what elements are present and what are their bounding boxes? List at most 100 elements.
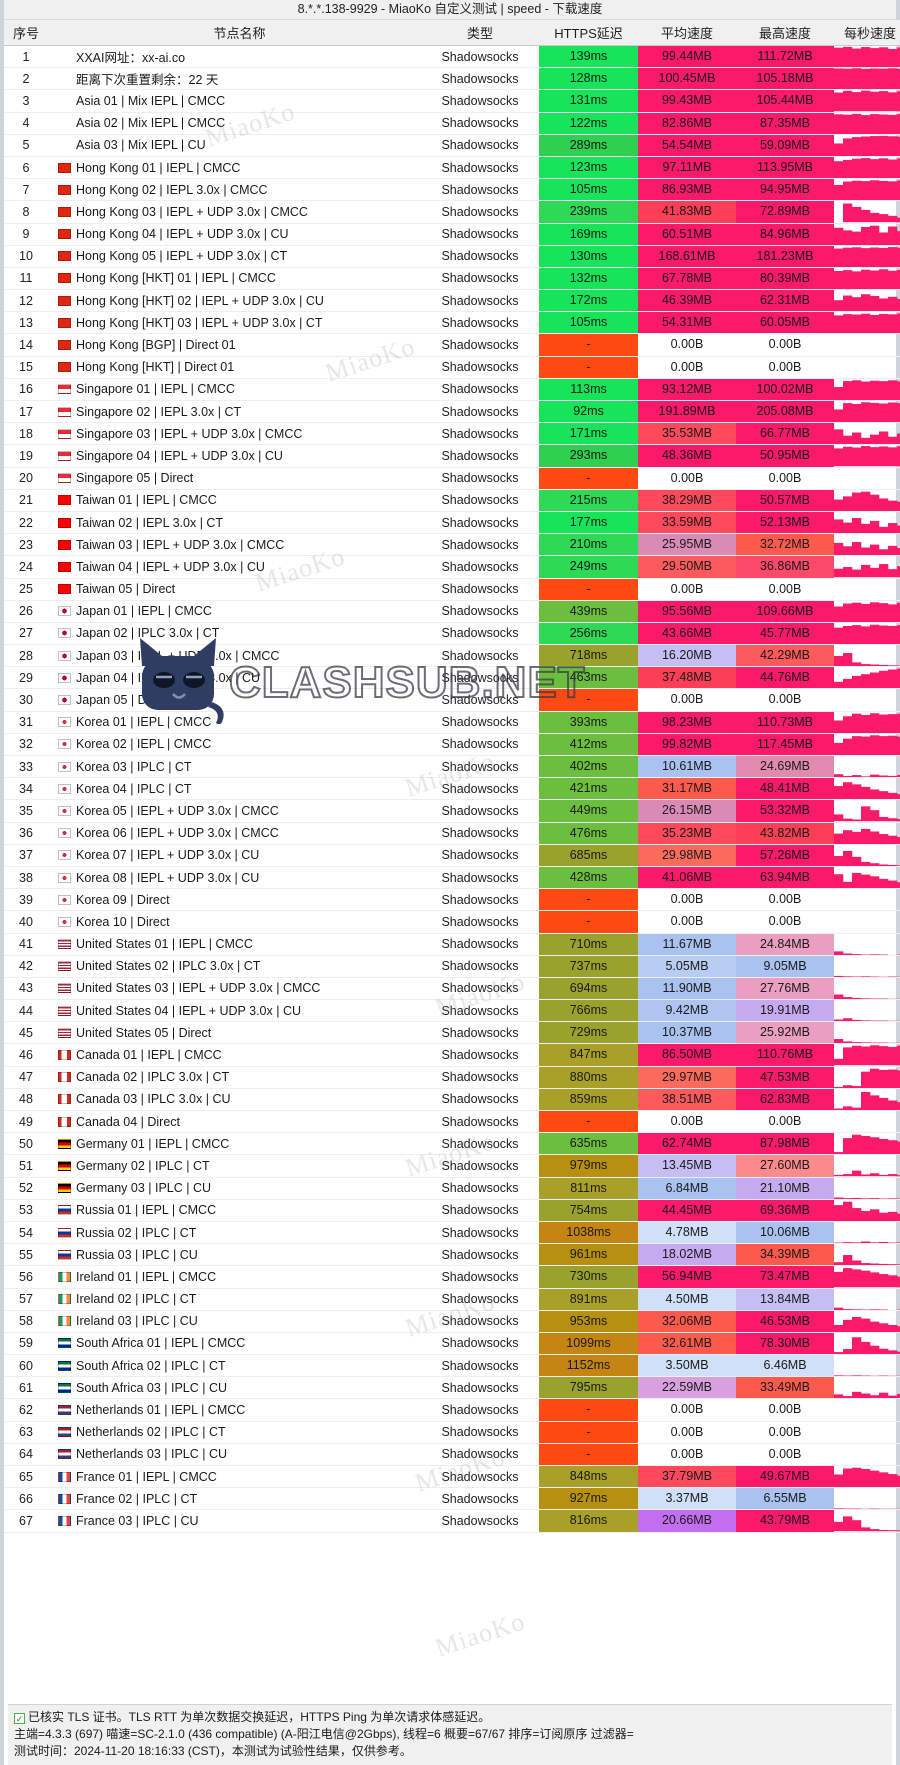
table-row[interactable]: 26 Japan 01 | IEPL | CMCC Shadowsocks 439ms… [4,600,900,623]
table-row[interactable]: 54 Russia 02 | IPLC | CT Shadowsocks 1038ms… [4,1221,900,1245]
table-row[interactable]: 46 Canada 01 | IEPL | CMCC Shadowsocks 847m… [4,1043,900,1067]
table-row[interactable]: 14 Hong Kong [BGP] | Direct 01 Shadowsocks… [4,333,900,357]
table-row[interactable]: 13 Hong Kong [HKT] 03 | IEPL + UDP 3.0x |… [4,311,900,335]
table-row[interactable]: 36 Korea 06 | IEPL + UDP 3.0x | CMCC Shado… [4,822,900,845]
cell-node-name[interactable]: Russia 02 | IPLC | CT [48,1221,421,1245]
cell-node-name[interactable]: Singapore 03 | IEPL + UDP 3.0x | CMCC [48,422,421,446]
table-row[interactable]: 5 Asia 03 | Mix IEPL | CU Shadowsocks 289ms… [4,134,900,157]
col-index[interactable]: 序号 [4,20,48,46]
table-row[interactable]: 1 XXAI网址：xx-ai.co Shadowsocks 139ms 99.44MB 1… [4,45,900,69]
table-row[interactable]: 18 Singapore 03 | IEPL + UDP 3.0x | CMCC S… [4,422,900,446]
cell-node-name[interactable]: Taiwan 02 | IEPL 3.0x | CT [48,511,421,535]
cell-node-name[interactable]: Korea 09 | Direct [48,888,421,912]
cell-node-name[interactable]: Taiwan 01 | IEPL | CMCC [48,489,421,512]
table-row[interactable]: 17 Singapore 02 | IEPL 3.0x | CT Shadowsoc… [4,400,900,424]
cell-node-name[interactable]: United States 02 | IPLC 3.0x | CT [48,955,421,978]
table-row[interactable]: 61 South Africa 03 | IPLC | CU Shadowsocks… [4,1376,900,1400]
table-row[interactable]: 12 Hong Kong [HKT] 02 | IEPL + UDP 3.0x |… [4,289,900,313]
table-row[interactable]: 48 Canada 03 | IPLC 3.0x | CU Shadowsocks 8… [4,1088,900,1112]
table-row[interactable]: 16 Singapore 01 | IEPL | CMCC Shadowsocks 1… [4,378,900,402]
col-https-latency[interactable]: HTTPS延迟 [539,20,638,46]
table-row[interactable]: 32 Korea 02 | IEPL | CMCC Shadowsocks 412ms… [4,733,900,757]
cell-node-name[interactable]: Korea 03 | IPLC | CT [48,755,421,779]
table-row[interactable]: 58 Ireland 03 | IPLC | CU Shadowsocks 953ms… [4,1310,900,1333]
cell-node-name[interactable]: South Africa 02 | IPLC | CT [48,1354,421,1378]
cell-node-name[interactable]: Taiwan 05 | Direct [48,578,421,601]
cell-node-name[interactable]: Korea 02 | IEPL | CMCC [48,733,421,757]
cell-node-name[interactable]: United States 03 | IEPL + UDP 3.0x | CMC… [48,977,421,1001]
table-row[interactable]: 19 Singapore 04 | IEPL + UDP 3.0x | CU Sha… [4,444,900,468]
cell-node-name[interactable]: Korea 05 | IEPL + UDP 3.0x | CMCC [48,799,421,823]
col-type[interactable]: 类型 [421,20,539,46]
table-row[interactable]: 60 South Africa 02 | IPLC | CT Shadowsocks… [4,1354,900,1378]
table-row[interactable]: 65 France 01 | IEPL | CMCC Shadowsocks 848m… [4,1465,900,1489]
cell-node-name[interactable]: Netherlands 02 | IPLC | CT [48,1421,421,1444]
cell-node-name[interactable]: Japan 04 | IEPL + UDP 3.0x | CU [48,666,421,690]
cell-node-name[interactable]: Korea 06 | IEPL + UDP 3.0x | CMCC [48,822,421,845]
table-row[interactable]: 28 Japan 03 | IEPL + UDP 3.0x | CMCC Shado… [4,644,900,668]
table-row[interactable]: 21 Taiwan 01 | IEPL | CMCC Shadowsocks 215m… [4,489,900,512]
table-row[interactable]: 8 Hong Kong 03 | IEPL + UDP 3.0x | CMCC Sh… [4,200,900,224]
cell-node-name[interactable]: Canada 02 | IPLC 3.0x | CT [48,1066,421,1089]
table-row[interactable]: 57 Ireland 02 | IPLC | CT Shadowsocks 891ms… [4,1288,900,1311]
col-max-speed[interactable]: 最高速度 [736,20,834,46]
cell-node-name[interactable]: Hong Kong [HKT] 01 | IEPL | CMCC [48,267,421,291]
cell-node-name[interactable]: Hong Kong [HKT] 03 | IEPL + UDP 3.0x | C… [48,311,421,335]
cell-node-name[interactable]: United States 01 | IEPL | CMCC [48,933,421,956]
table-row[interactable]: 9 Hong Kong 04 | IEPL + UDP 3.0x | CU Shad… [4,223,900,246]
cell-node-name[interactable]: France 01 | IEPL | CMCC [48,1465,421,1489]
cell-node-name[interactable]: Asia 02 | Mix IEPL | CMCC [48,112,421,135]
table-row[interactable]: 15 Hong Kong [HKT] | Direct 01 Shadowsocks… [4,356,900,379]
cell-node-name[interactable]: Japan 01 | IEPL | CMCC [48,600,421,623]
table-row[interactable]: 42 United States 02 | IPLC 3.0x | CT Shado… [4,955,900,978]
cell-node-name[interactable]: XXAI网址：xx-ai.co [48,45,421,69]
table-row[interactable]: 55 Russia 03 | IPLC | CU Shadowsocks 961ms 1… [4,1243,900,1267]
col-per-second-speed[interactable]: 每秒速度 [834,20,900,46]
cell-node-name[interactable]: Taiwan 04 | IEPL + UDP 3.0x | CU [48,555,421,579]
cell-node-name[interactable]: Russia 01 | IEPL | CMCC [48,1199,421,1222]
table-row[interactable]: 67 France 03 | IPLC | CU Shadowsocks 816ms 2… [4,1509,900,1533]
cell-node-name[interactable]: Canada 04 | Direct [48,1110,421,1134]
table-row[interactable]: 40 Korea 10 | Direct Shadowsocks - 0.00B 0.00… [4,910,900,934]
table-row[interactable]: 24 Taiwan 04 | IEPL + UDP 3.0x | CU Shadow… [4,555,900,579]
table-row[interactable]: 43 United States 03 | IEPL + UDP 3.0x | C… [4,977,900,1001]
cell-node-name[interactable]: Canada 03 | IPLC 3.0x | CU [48,1088,421,1112]
table-row[interactable]: 39 Korea 09 | Direct Shadowsocks - 0.00B 0.00… [4,888,900,912]
table-row[interactable]: 52 Germany 03 | IPLC | CU Shadowsocks 811ms… [4,1177,900,1200]
cell-node-name[interactable]: Ireland 03 | IPLC | CU [48,1310,421,1333]
cell-node-name[interactable]: Japan 02 | IPLC 3.0x | CT [48,622,421,646]
table-row[interactable]: 49 Canada 04 | Direct Shadowsocks - 0.00B 0.0… [4,1110,900,1134]
col-node-name[interactable]: 节点名称 [48,20,421,46]
cell-node-name[interactable]: Singapore 02 | IEPL 3.0x | CT [48,400,421,424]
table-row[interactable]: 7 Hong Kong 02 | IEPL 3.0x | CMCC Shadowso… [4,178,900,202]
table-row[interactable]: 34 Korea 04 | IPLC | CT Shadowsocks 421ms 31… [4,777,900,801]
table-row[interactable]: 29 Japan 04 | IEPL + UDP 3.0x | CU Shadows… [4,666,900,690]
cell-node-name[interactable]: South Africa 01 | IEPL | CMCC [48,1332,421,1356]
table-row[interactable]: 64 Netherlands 03 | IPLC | CU Shadowsocks -… [4,1443,900,1467]
table-row[interactable]: 10 Hong Kong 05 | IEPL + UDP 3.0x | CT Sha… [4,245,900,268]
cell-node-name[interactable]: Russia 03 | IPLC | CU [48,1243,421,1267]
table-row[interactable]: 53 Russia 01 | IEPL | CMCC Shadowsocks 754m… [4,1199,900,1222]
cell-node-name[interactable]: Hong Kong [HKT] | Direct 01 [48,356,421,379]
cell-node-name[interactable]: Singapore 01 | IEPL | CMCC [48,378,421,402]
table-row[interactable]: 37 Korea 07 | IEPL + UDP 3.0x | CU Shadows… [4,844,900,867]
cell-node-name[interactable]: Germany 02 | IPLC | CT [48,1154,421,1178]
cell-node-name[interactable]: Japan 03 | IEPL + UDP 3.0x | CMCC [48,644,421,668]
cell-node-name[interactable]: Singapore 05 | Direct [48,467,421,490]
table-row[interactable]: 33 Korea 03 | IPLC | CT Shadowsocks 402ms 10… [4,755,900,779]
cell-node-name[interactable]: 距离下次重置剩余：22 天 [48,67,421,91]
cell-node-name[interactable]: Hong Kong 03 | IEPL + UDP 3.0x | CMCC [48,200,421,224]
table-row[interactable]: 3 Asia 01 | Mix IEPL | CMCC Shadowsocks 131… [4,89,900,113]
table-row[interactable]: 11 Hong Kong [HKT] 01 | IEPL | CMCC Shadow… [4,267,900,291]
cell-node-name[interactable]: Hong Kong [HKT] 02 | IEPL + UDP 3.0x | C… [48,289,421,313]
table-row[interactable]: 56 Ireland 01 | IEPL | CMCC Shadowsocks 730… [4,1265,900,1289]
cell-node-name[interactable]: Netherlands 03 | IPLC | CU [48,1443,421,1467]
cell-node-name[interactable]: Hong Kong 04 | IEPL + UDP 3.0x | CU [48,223,421,246]
cell-node-name[interactable]: United States 04 | IEPL + UDP 3.0x | CU [48,999,421,1023]
cell-node-name[interactable]: Korea 08 | IEPL + UDP 3.0x | CU [48,866,421,890]
table-row[interactable]: 25 Taiwan 05 | Direct Shadowsocks - 0.00B 0.0… [4,578,900,601]
table-row[interactable]: 27 Japan 02 | IPLC 3.0x | CT Shadowsocks 25… [4,622,900,646]
table-row[interactable]: 51 Germany 02 | IPLC | CT Shadowsocks 979ms… [4,1154,900,1178]
cell-node-name[interactable]: Asia 03 | Mix IEPL | CU [48,134,421,157]
table-row[interactable]: 62 Netherlands 01 | IEPL | CMCC Shadowsock… [4,1398,900,1422]
